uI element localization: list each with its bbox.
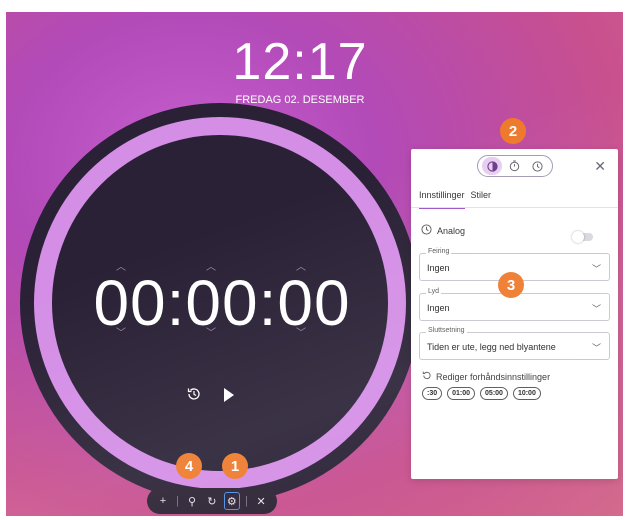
callout-badge: 4 xyxy=(176,453,202,479)
sound-label: Lyd xyxy=(426,288,442,295)
play-icon[interactable] xyxy=(222,387,238,403)
celebration-value: Ingen xyxy=(427,263,450,273)
minutes-down-chevron-icon[interactable]: ﹀ xyxy=(206,324,216,339)
chevron-down-icon: ﹀ xyxy=(591,304,601,314)
desktop-background: 12:17 FREDAG 02. DESEMBER ︿ ︿ ︿ 00:00:00… xyxy=(6,12,623,516)
refresh-icon[interactable]: ↻ xyxy=(204,492,220,510)
mode-switch xyxy=(477,155,553,177)
clock-icon xyxy=(421,224,432,237)
clock-date: FREDAG 02. DESEMBER xyxy=(235,94,365,106)
tab-divider xyxy=(411,207,618,208)
presets-title[interactable]: Rediger forhåndsinnstillinger xyxy=(421,370,550,383)
clock-icon[interactable] xyxy=(528,157,548,175)
chevron-down-icon: ﹀ xyxy=(591,343,601,353)
preset-10min[interactable]: 10:00 xyxy=(512,387,541,400)
close-panel-icon[interactable]: ✕ xyxy=(594,158,606,175)
preset-1min[interactable]: 01:00 xyxy=(447,387,476,400)
toolbar-divider: | xyxy=(245,495,248,507)
presets-title-label: Rediger forhåndsinnstillinger xyxy=(436,371,551,382)
seconds-down-chevron-icon[interactable]: ﹀ xyxy=(296,324,306,339)
sound-value: Ingen xyxy=(427,303,450,313)
plus-icon[interactable]: + xyxy=(155,492,171,510)
callout-badge: 3 xyxy=(498,272,524,298)
end-message-label: Sluttsetning xyxy=(426,327,467,334)
settings-panel: ✕ Innstillinger Stiler Analog Feiring In… xyxy=(411,149,618,479)
chevron-down-icon: ﹀ xyxy=(591,264,601,274)
stopwatch-icon[interactable] xyxy=(505,157,525,175)
bottom-toolbar: + | ⚲ ↻ ⚙ | ✕ xyxy=(147,488,277,514)
reset-history-icon[interactable] xyxy=(186,386,204,404)
analog-toggle[interactable] xyxy=(572,231,593,243)
preset-5min[interactable]: 05:00 xyxy=(480,387,508,400)
timer-mode-icon[interactable] xyxy=(482,157,503,175)
preset-30s[interactable]: :30 xyxy=(422,387,443,400)
clock-time: 12:17 xyxy=(232,33,368,91)
callout-badge: 1 xyxy=(222,453,248,479)
end-message-value: Tiden er ute, legg ned blyantene xyxy=(427,342,556,352)
gear-icon[interactable]: ⚙ xyxy=(223,492,240,510)
analog-label: Analog xyxy=(437,225,466,236)
edit-presets-icon xyxy=(421,370,432,383)
preset-list: :30 01:00 05:00 10:00 xyxy=(422,387,541,400)
analog-row: Analog xyxy=(421,224,465,237)
close-icon[interactable]: ✕ xyxy=(253,492,269,510)
zoom-icon[interactable]: ⚲ xyxy=(184,492,200,510)
toolbar-divider: | xyxy=(176,495,179,507)
end-message-select[interactable]: Sluttsetning Tiden er ute, legg ned blya… xyxy=(419,327,610,360)
callout-badge: 2 xyxy=(500,118,526,144)
celebration-label: Feiring xyxy=(426,248,452,255)
hours-down-chevron-icon[interactable]: ﹀ xyxy=(116,324,126,339)
